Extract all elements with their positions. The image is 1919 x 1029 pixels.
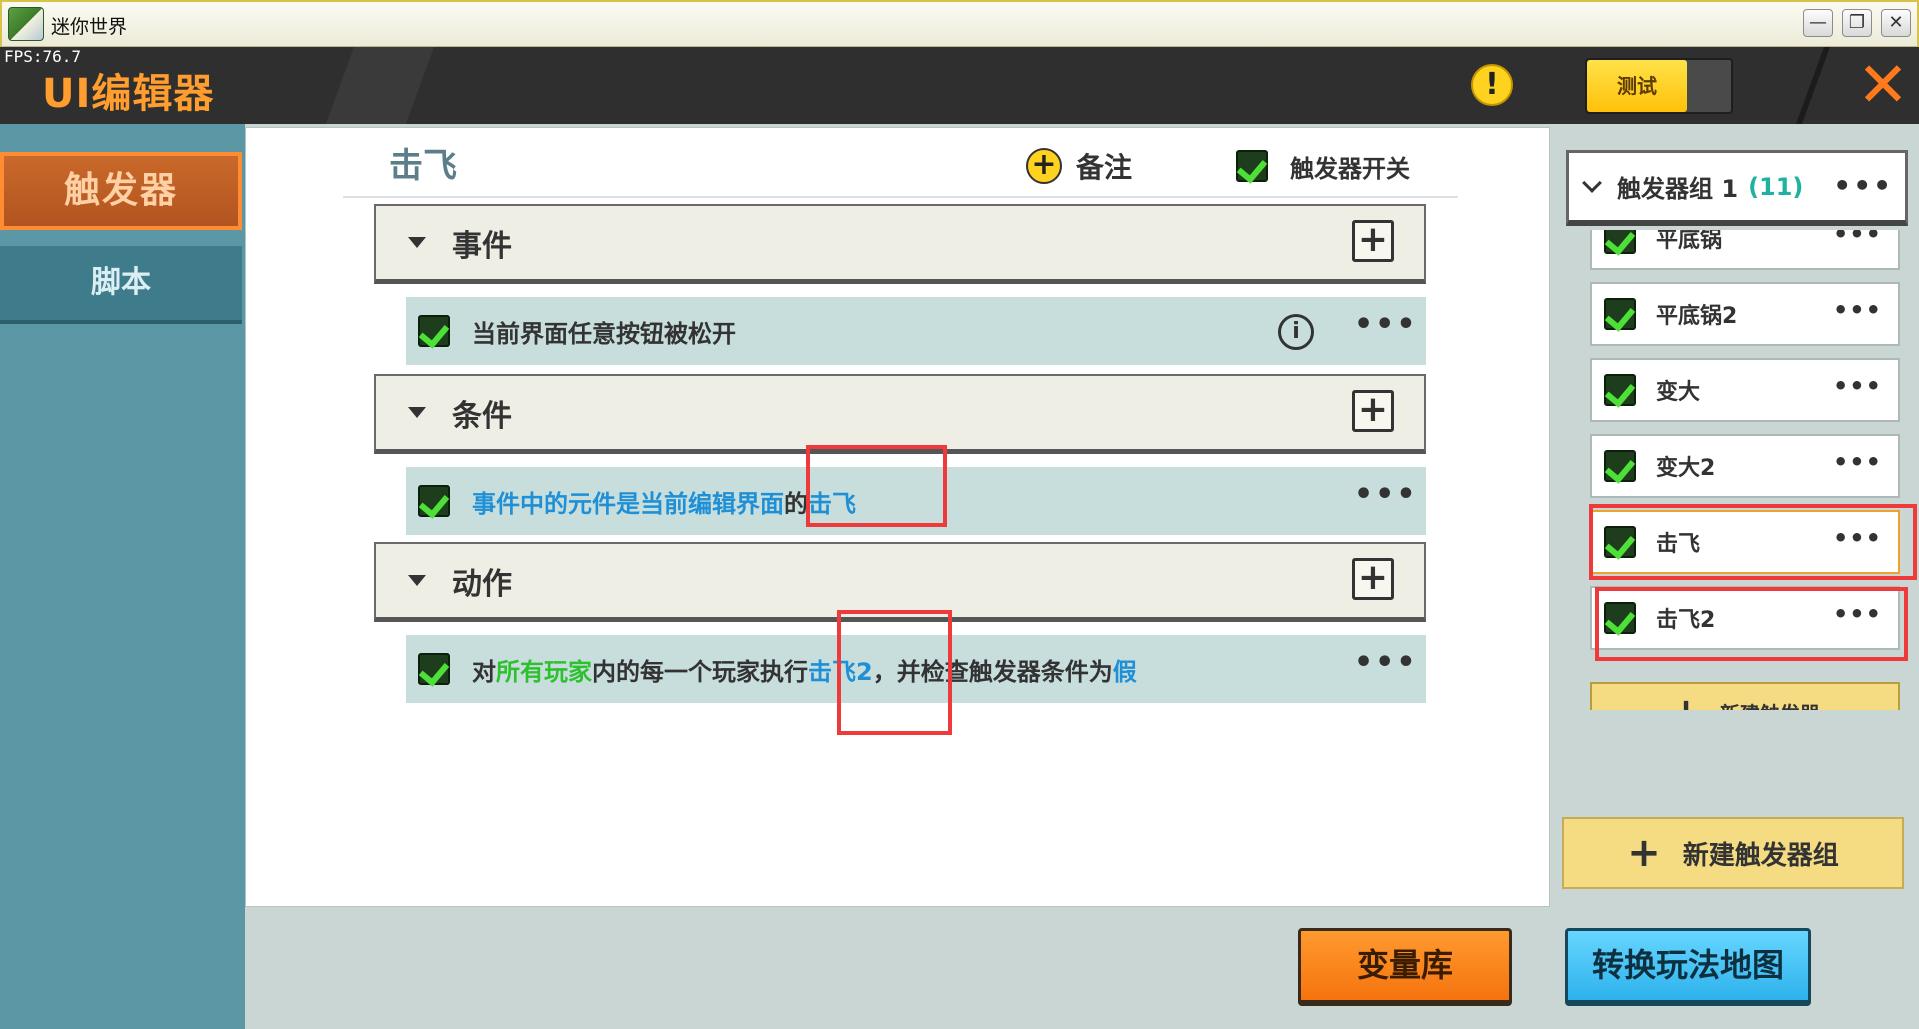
app-logo-icon: [8, 7, 44, 41]
trigger-item[interactable]: 变大2 •••: [1590, 434, 1900, 498]
plus-icon: +: [1627, 830, 1661, 876]
rule-checkbox[interactable]: [418, 485, 450, 517]
trigger-item-label: 平底锅: [1656, 230, 1723, 253]
rule-fragment[interactable]: 所有玩家: [496, 658, 592, 686]
trigger-item-checkbox[interactable]: [1604, 450, 1636, 482]
window-titlebar: 迷你世界 — ❐ ✕: [0, 0, 1919, 47]
rule-fragment: 的: [784, 489, 808, 518]
condition-rule-text[interactable]: 事件中的元件是当前编辑界面的击飞: [472, 484, 856, 519]
highlight-box: [1595, 587, 1908, 661]
note-label: 备注: [1076, 151, 1133, 184]
plus-icon: +: [1670, 690, 1702, 710]
group-count: (11): [1748, 172, 1804, 201]
trigger-item[interactable]: 平底锅 •••: [1590, 230, 1900, 270]
trigger-switch-label: 触发器开关: [1290, 154, 1410, 183]
test-button[interactable]: 测试: [1587, 60, 1687, 112]
restore-button[interactable]: ❐: [1842, 9, 1872, 37]
trigger-item-checkbox[interactable]: [1604, 298, 1636, 330]
more-options-icon[interactable]: •••: [1354, 480, 1416, 521]
warning-icon[interactable]: !: [1471, 64, 1513, 106]
rule-fragment[interactable]: 事件中的元件是当前编辑界面: [472, 490, 784, 518]
event-rule-text[interactable]: 当前界面任意按钮被松开: [472, 314, 736, 349]
more-options-icon[interactable]: •••: [1354, 648, 1416, 689]
trigger-item-label: 变大: [1656, 380, 1701, 405]
new-trigger-group-button[interactable]: + 新建触发器组: [1562, 817, 1904, 889]
caret-down-icon: [408, 237, 426, 248]
section-label: 条件: [452, 398, 512, 434]
trigger-title[interactable]: 击飞: [389, 138, 457, 187]
rule-checkbox[interactable]: [418, 653, 450, 685]
group-name: 触发器组 1: [1617, 175, 1739, 203]
add-note-icon: +: [1026, 148, 1062, 184]
section-label: 事件: [452, 228, 512, 264]
add-condition-button[interactable]: +: [1352, 390, 1394, 432]
rule-fragment: 对: [472, 657, 496, 686]
section-event-header[interactable]: 事件 +: [374, 204, 1426, 284]
minimize-button[interactable]: —: [1803, 9, 1833, 37]
trigger-item[interactable]: 变大 •••: [1590, 358, 1900, 422]
action-rule-text[interactable]: 对所有玩家内的每一个玩家执行击飞2，并检查触发器条件为假: [472, 652, 1137, 687]
trigger-editor-panel: 击飞 + 备注 触发器开关 事件 + 当前界面任意按钮被松开 i ••• 条件 …: [245, 127, 1550, 907]
more-options-icon[interactable]: •••: [1833, 296, 1882, 324]
new-group-label: 新建触发器组: [1682, 840, 1839, 871]
trigger-item-checkbox[interactable]: [1604, 230, 1636, 254]
add-action-button[interactable]: +: [1352, 558, 1394, 600]
caret-down-icon: [408, 575, 426, 586]
window-close-button[interactable]: ✕: [1881, 9, 1911, 37]
info-icon[interactable]: i: [1278, 314, 1314, 350]
header-divider: [1795, 47, 1831, 124]
group-more-icon[interactable]: •••: [1833, 169, 1893, 202]
section-condition-header[interactable]: 条件 +: [374, 374, 1426, 454]
more-options-icon[interactable]: •••: [1833, 448, 1882, 476]
highlight-box: [837, 610, 952, 735]
add-event-button[interactable]: +: [1352, 220, 1394, 262]
note-button[interactable]: + 备注: [1026, 146, 1132, 186]
section-label: 动作: [452, 566, 512, 602]
trigger-item-label: 变大2: [1656, 456, 1716, 481]
left-nav: 触发器 脚本: [0, 124, 245, 1029]
caret-down-icon: [408, 407, 426, 418]
more-options-icon[interactable]: •••: [1354, 310, 1416, 351]
trigger-switch-checkbox[interactable]: [1236, 150, 1268, 182]
window-title: 迷你世界: [51, 16, 128, 38]
chevron-down-icon[interactable]: [1582, 172, 1602, 193]
trigger-group-header[interactable]: 触发器组 1 (11) •••: [1566, 150, 1908, 226]
trigger-item[interactable]: 平底锅2 •••: [1590, 282, 1900, 346]
trigger-group-panel: 触发器组 1 (11) ••• 平底锅 ••• 平底锅2 ••• 变大 ••• …: [1550, 127, 1919, 907]
rule-fragment: 内的每一个玩家执行: [592, 657, 808, 686]
new-trigger-label: 新建触发器: [1720, 698, 1820, 711]
close-editor-icon[interactable]: ✕: [1853, 54, 1913, 116]
trigger-item-label: 平底锅2: [1656, 304, 1738, 329]
event-rule-row[interactable]: 当前界面任意按钮被松开 i •••: [406, 297, 1426, 365]
trigger-switch[interactable]: 触发器开关: [1236, 146, 1410, 186]
new-trigger-button[interactable]: + 新建触发器: [1590, 682, 1900, 710]
header-decoration: [325, 47, 435, 124]
rule-checkbox[interactable]: [418, 315, 450, 347]
test-toggle[interactable]: 测试: [1585, 58, 1733, 114]
convert-map-button[interactable]: 转换玩法地图: [1565, 928, 1811, 1006]
rule-fragment: 当前界面任意按钮被松开: [472, 319, 736, 348]
highlight-box: [1589, 504, 1917, 580]
variable-library-button[interactable]: 变量库: [1298, 928, 1512, 1006]
highlight-box: [806, 445, 947, 527]
more-options-icon[interactable]: •••: [1833, 230, 1882, 248]
editor-title: UI编辑器: [42, 71, 215, 117]
editor-header: FPS:76.7 UI编辑器 ! 测试 ✕: [0, 47, 1919, 124]
rule-fragment[interactable]: 假: [1113, 658, 1137, 686]
trigger-item-checkbox[interactable]: [1604, 374, 1636, 406]
more-options-icon[interactable]: •••: [1833, 372, 1882, 400]
tab-script[interactable]: 脚本: [0, 246, 242, 324]
tab-trigger[interactable]: 触发器: [0, 152, 242, 230]
title-divider: [343, 196, 1458, 198]
